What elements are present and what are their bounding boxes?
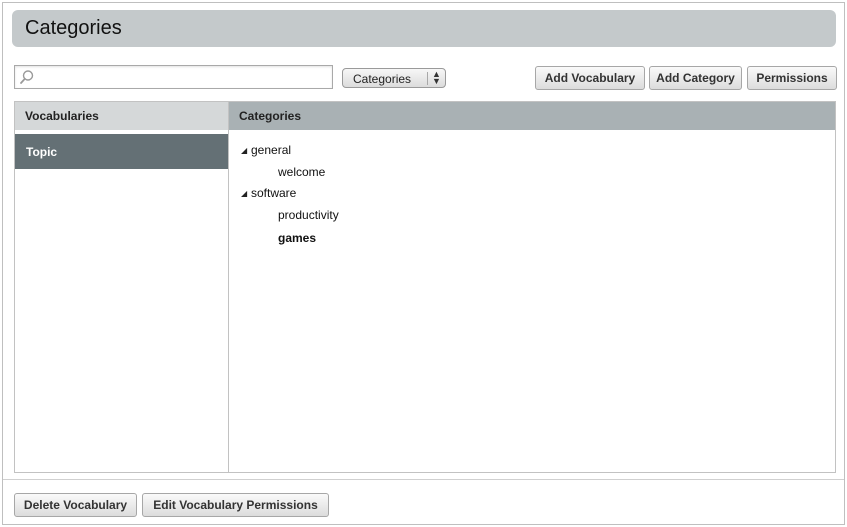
tree-node-label: software	[251, 186, 297, 200]
tree-node-productivity[interactable]: productivity	[278, 207, 339, 223]
tree-node-games[interactable]: games	[278, 230, 316, 246]
type-select[interactable]: Categories ▲ ▼	[342, 68, 446, 88]
type-select-value: Categories	[353, 72, 412, 86]
tree-node-label: welcome	[278, 165, 326, 179]
permissions-button[interactable]: Permissions	[747, 66, 837, 90]
add-category-button[interactable]: Add Category	[649, 66, 742, 90]
updown-arrows-icon: ▲ ▼	[432, 69, 441, 86]
search-icon	[20, 70, 34, 84]
tree-node-software[interactable]: ◢ software	[241, 185, 296, 201]
tree-node-label: productivity	[278, 208, 339, 222]
vocabularies-panel: Vocabularies Topic	[14, 101, 228, 473]
tree-node-label: games	[278, 231, 317, 245]
vocabulary-item-topic[interactable]: Topic	[15, 134, 228, 169]
page-title: Categories	[25, 17, 122, 39]
triangle-expanded-icon[interactable]: ◢	[241, 143, 251, 159]
delete-vocabulary-button[interactable]: Delete Vocabulary	[14, 493, 137, 517]
search-input[interactable]	[39, 68, 327, 86]
vocabularies-header: Vocabularies	[15, 102, 228, 130]
categories-header: Categories	[229, 102, 835, 130]
edit-vocabulary-permissions-button[interactable]: Edit Vocabulary Permissions	[142, 493, 329, 517]
tree-node-general[interactable]: ◢ general	[241, 142, 291, 158]
search-box[interactable]	[14, 65, 333, 89]
categories-panel: Categories ◢ general welcome ◢ software pr…	[228, 101, 836, 473]
vocabulary-item-label: Topic	[26, 144, 58, 159]
title-bar: Categories	[12, 10, 836, 47]
add-vocabulary-button[interactable]: Add Vocabulary	[535, 66, 645, 90]
tree-node-label: general	[251, 143, 292, 157]
triangle-expanded-icon[interactable]: ◢	[241, 186, 251, 202]
tree-node-welcome[interactable]: welcome	[278, 164, 325, 180]
select-divider	[427, 72, 428, 85]
